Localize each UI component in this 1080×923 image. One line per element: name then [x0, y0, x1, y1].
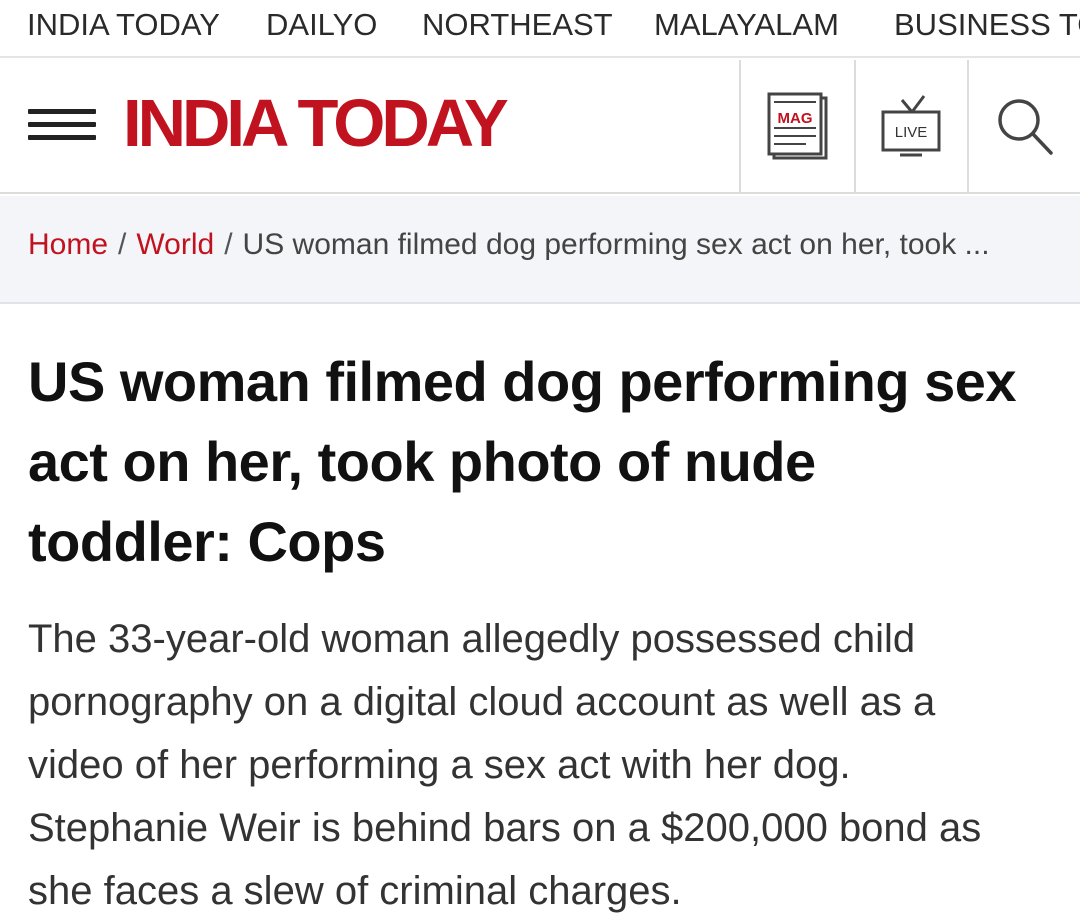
- search-button[interactable]: [967, 60, 1080, 194]
- breadcrumb: Home / World / US woman filmed dog performin…: [0, 196, 1080, 304]
- magazine-icon-label: MAG: [778, 110, 813, 127]
- breadcrumb-separator: /: [224, 228, 233, 261]
- live-tv-button[interactable]: LIVE: [854, 60, 968, 194]
- site-header: INDIA TODAY MAG LIVE: [0, 60, 1080, 194]
- article-summary: The 33-year-old woman allegedly possesse…: [28, 617, 982, 913]
- site-logo[interactable]: INDIA TODAY: [123, 90, 509, 157]
- breadcrumb-world-link[interactable]: World: [136, 228, 214, 261]
- breadcrumb-home-link[interactable]: Home: [28, 228, 108, 261]
- network-link-business-today[interactable]: BUSINESS TODAY: [894, 7, 1080, 43]
- network-link-india-today[interactable]: INDIA TODAY: [27, 7, 220, 43]
- network-link-malayalam[interactable]: MALAYALAM: [654, 7, 839, 43]
- network-nav: INDIA TODAY DAILYO NORTHEAST MALAYALAM B…: [0, 0, 1080, 58]
- live-tv-icon-label: LIVE: [895, 124, 928, 141]
- network-link-northeast[interactable]: NORTHEAST: [422, 7, 613, 43]
- magazine-icon: MAG: [767, 92, 828, 160]
- live-tv-icon: LIVE: [881, 95, 941, 157]
- search-icon: [997, 99, 1053, 155]
- breadcrumb-current: US woman filmed dog performing sex act o…: [242, 228, 990, 261]
- article-headline: US woman filmed dog performing sex act o…: [28, 350, 1017, 573]
- menu-icon[interactable]: [28, 109, 98, 147]
- magazine-button[interactable]: MAG: [739, 60, 855, 194]
- breadcrumb-separator: /: [118, 228, 127, 261]
- network-link-dailyo[interactable]: DAILYO: [266, 7, 377, 43]
